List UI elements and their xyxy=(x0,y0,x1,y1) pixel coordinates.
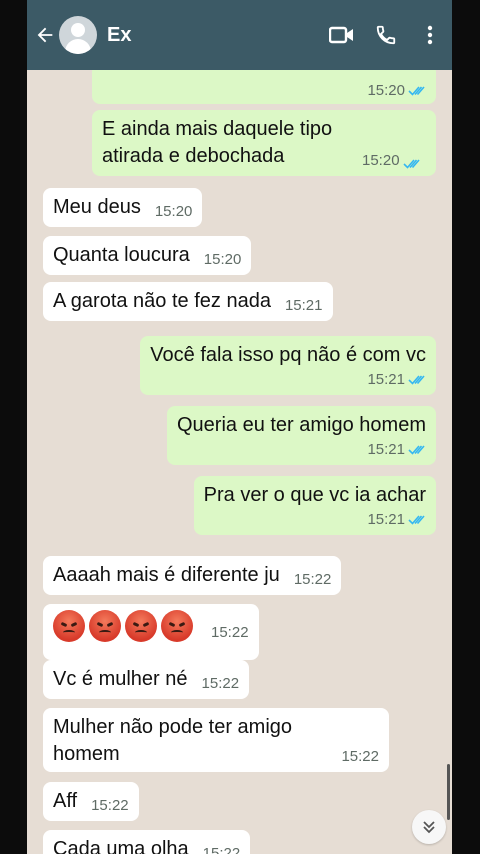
message-bubble-incoming[interactable]: Meu deus 15:20 xyxy=(43,188,203,227)
angry-face-icon xyxy=(89,610,121,642)
angry-face-icon xyxy=(161,610,193,642)
avatar-icon xyxy=(71,23,85,37)
message-time: 15:22 xyxy=(91,797,129,814)
message-text: A garota não te fez nada xyxy=(53,290,271,312)
message-time: 15:21 xyxy=(367,371,405,388)
video-letterbox-right xyxy=(452,0,480,854)
message-text: Pra ver o que vc ia achar xyxy=(203,484,426,506)
message-time: 15:22 xyxy=(293,571,332,588)
back-arrow-icon xyxy=(37,27,53,43)
message-text: Meu deus xyxy=(53,196,141,218)
message-bubble-outgoing[interactable]: Queria eu ter amigo homem 15:21 xyxy=(166,406,436,465)
chat-header: Ex xyxy=(27,0,452,70)
video-letterbox-left xyxy=(0,0,27,854)
message-bubble-incoming[interactable]: Vc é mulher né 15:22 xyxy=(43,660,250,699)
message-text: Cada uma olha xyxy=(53,838,189,854)
contact-name[interactable]: Ex xyxy=(107,24,320,47)
video-call-icon xyxy=(329,26,353,44)
message-text: Queria eu ter amigo homem xyxy=(176,414,426,436)
message-text: E ainda mais daquele tipo atirada e debo… xyxy=(102,118,333,167)
more-vert-icon xyxy=(427,25,433,45)
read-ticks-icon xyxy=(408,444,426,456)
message-text: Quanta loucura xyxy=(53,244,190,266)
scroll-to-bottom-button[interactable] xyxy=(412,810,446,844)
message-time: 15:21 xyxy=(284,297,323,314)
avatar[interactable] xyxy=(59,16,97,54)
back-button[interactable] xyxy=(31,15,59,55)
message-bubble-incoming[interactable]: 15:22 xyxy=(43,604,259,660)
message-text: Aaaah mais é diferente ju xyxy=(53,564,280,586)
message-time: 15:22 xyxy=(211,624,249,641)
message-time: 15:22 xyxy=(202,845,241,854)
message-bubble-outgoing[interactable]: Você fala isso pq não é com vc 15:21 xyxy=(140,336,436,395)
message-time: 15:20 xyxy=(154,203,193,220)
message-text: Mulher não pode ter amigo homem xyxy=(53,716,293,765)
message-time: 15:21 xyxy=(367,511,405,528)
chat-screen: Ex 15:20 E ainda mais daquele tipo atira… xyxy=(27,0,452,854)
message-time: 15:22 xyxy=(201,675,240,692)
read-ticks-icon xyxy=(408,514,426,526)
video-call-button[interactable] xyxy=(320,15,364,55)
message-bubble-incoming[interactable]: Aff 15:22 xyxy=(43,782,139,821)
message-bubble-incoming[interactable]: Aaaah mais é diferente ju 15:22 xyxy=(43,556,342,595)
angry-face-emojis xyxy=(53,610,193,642)
avatar-icon-body xyxy=(65,39,91,54)
angry-face-icon xyxy=(53,610,85,642)
message-text: Vc é mulher né xyxy=(53,668,188,690)
message-text: Você fala isso pq não é com vc xyxy=(150,344,426,366)
message-time: 15:21 xyxy=(367,441,405,458)
message-time: 15:20 xyxy=(367,82,405,99)
double-chevron-down-icon xyxy=(423,821,435,834)
phone-icon xyxy=(376,25,396,45)
message-bubble-incoming[interactable]: A garota não te fez nada 15:21 xyxy=(43,282,333,321)
read-ticks-icon xyxy=(402,158,421,170)
voice-call-button[interactable] xyxy=(364,15,408,55)
read-ticks-icon xyxy=(408,374,426,386)
scrollbar[interactable] xyxy=(447,764,450,820)
message-time: 15:20 xyxy=(203,251,242,268)
angry-face-icon xyxy=(125,610,157,642)
message-text: Aff xyxy=(53,790,78,812)
message-bubble-outgoing[interactable]: Pra ver o que vc ia achar 15:21 xyxy=(193,476,436,535)
message-time: 15:20 xyxy=(362,152,400,169)
message-bubble-outgoing[interactable]: 15:20 xyxy=(92,70,436,104)
read-ticks-icon xyxy=(408,85,426,97)
message-bubble-outgoing[interactable]: E ainda mais daquele tipo atirada e debo… xyxy=(92,110,436,176)
message-bubble-incoming[interactable]: Mulher não pode ter amigo homem 15:22 xyxy=(43,708,389,772)
message-list[interactable]: 15:20 E ainda mais daquele tipo atirada … xyxy=(27,70,452,854)
message-bubble-incoming[interactable]: Cada uma olha 15:22 xyxy=(43,830,251,854)
message-bubble-incoming[interactable]: Quanta loucura 15:20 xyxy=(43,236,252,275)
more-options-button[interactable] xyxy=(408,15,452,55)
